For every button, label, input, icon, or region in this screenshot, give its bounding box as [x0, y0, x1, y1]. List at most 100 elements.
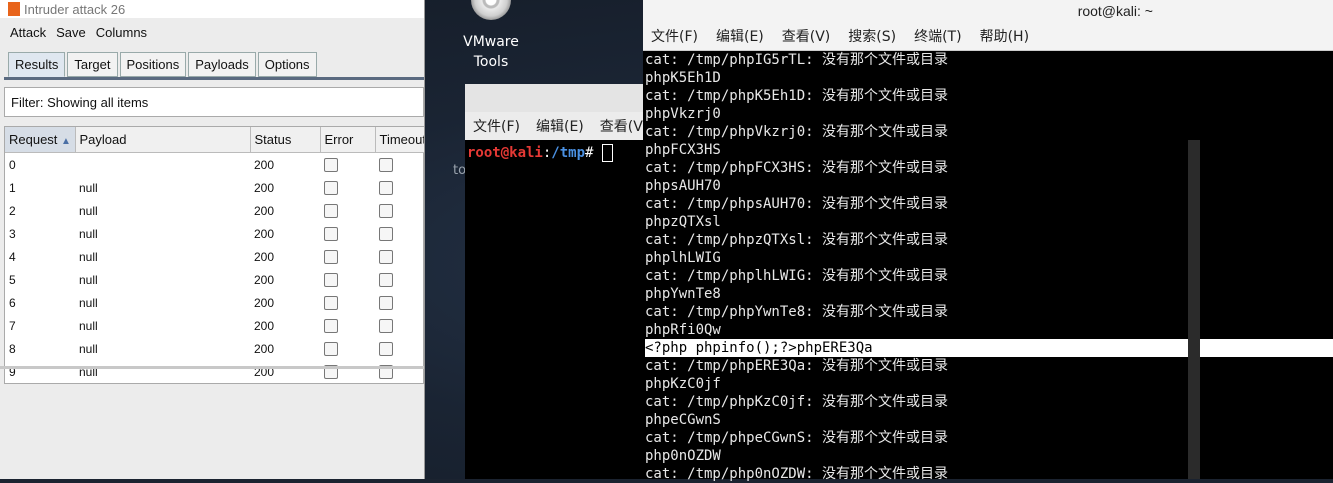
- menu-edit[interactable]: 编辑(E): [716, 26, 764, 46]
- timeout-checkbox[interactable]: [379, 318, 393, 333]
- filter-text: Filter: Showing all items: [11, 94, 149, 110]
- cell-error: [320, 314, 375, 337]
- back-menu-view[interactable]: 查看(V): [600, 116, 649, 136]
- error-checkbox[interactable]: [324, 318, 338, 333]
- timeout-checkbox[interactable]: [379, 295, 393, 310]
- terminal-line: phplhLWIG: [645, 250, 721, 266]
- error-checkbox[interactable]: [324, 272, 338, 287]
- tab-positions[interactable]: Positions: [119, 52, 187, 77]
- cell-payload: null: [79, 249, 98, 264]
- tab-underline: [4, 77, 424, 80]
- menu-search[interactable]: 搜索(S): [848, 26, 896, 46]
- cell-payload: null: [79, 226, 98, 241]
- tab-results[interactable]: Results: [8, 52, 66, 77]
- back-terminal-scrollbar[interactable]: [1188, 140, 1200, 479]
- table-row[interactable]: 7 null 200: [5, 314, 424, 337]
- table-row[interactable]: 2 null 200: [5, 199, 424, 222]
- table-row[interactable]: 8 null 200: [5, 337, 424, 360]
- cell-error: [320, 199, 375, 222]
- terminal-output[interactable]: cat: /tmp/phpIG5rTL: 没有那个文件或目录 phpK5Eh1D c…: [643, 51, 1333, 483]
- terminal-line: php0nOZDW: [645, 448, 721, 464]
- table-row[interactable]: 3 null 200: [5, 222, 424, 245]
- menu-save[interactable]: Save: [56, 25, 86, 40]
- column-error[interactable]: Error: [320, 127, 376, 153]
- error-checkbox[interactable]: [324, 157, 338, 172]
- tab-options[interactable]: Options: [257, 52, 317, 77]
- terminal-line: cat: /tmp/phpIG5rTL: 没有那个文件或目录: [645, 52, 949, 68]
- menu-view[interactable]: 查看(V): [782, 26, 831, 46]
- cell-payload: null: [79, 272, 98, 287]
- table-row[interactable]: 5 null 200: [5, 268, 424, 291]
- column-payload[interactable]: Payload: [75, 127, 251, 153]
- back-menu-edit[interactable]: 编辑(E): [536, 116, 584, 136]
- cell-error: [320, 337, 375, 360]
- error-checkbox[interactable]: [324, 341, 338, 356]
- tab-target[interactable]: Target: [67, 52, 118, 77]
- panel-divider[interactable]: [0, 366, 424, 369]
- cell-payload: [75, 153, 250, 177]
- cell-payload: null: [79, 364, 98, 379]
- cell-timeout: [375, 199, 424, 222]
- filter-bar[interactable]: Filter: Showing all items: [4, 87, 424, 117]
- cell-error: [320, 153, 375, 177]
- error-checkbox[interactable]: [324, 203, 338, 218]
- tab-payloads[interactable]: Payloads: [188, 52, 256, 77]
- terminal-line: cat: /tmp/phpFCX3HS: 没有那个文件或目录: [645, 160, 949, 176]
- timeout-checkbox[interactable]: [379, 226, 393, 241]
- timeout-checkbox[interactable]: [379, 272, 393, 287]
- text-cursor: [601, 144, 613, 162]
- results-table: Request ▲ Payload Status Error Timeout 0…: [4, 126, 424, 384]
- column-status[interactable]: Status: [250, 127, 321, 153]
- error-checkbox[interactable]: [324, 226, 338, 241]
- timeout-checkbox[interactable]: [379, 249, 393, 264]
- table-row[interactable]: 6 null 200: [5, 291, 424, 314]
- cell-status: 200: [254, 157, 275, 172]
- terminal-line: cat: /tmp/phpsAUH70: 没有那个文件或目录: [645, 196, 949, 212]
- cell-request: 2: [9, 203, 16, 218]
- timeout-checkbox[interactable]: [379, 180, 393, 195]
- column-timeout[interactable]: Timeout: [375, 127, 424, 153]
- intruder-attack-window[interactable]: Intruder attack 26 Attack Save Columns R…: [0, 0, 425, 479]
- vmware-tools-desktop-icon[interactable]: VMware Tools: [460, 0, 522, 72]
- cell-status: 200: [254, 272, 275, 287]
- timeout-checkbox[interactable]: [379, 157, 393, 172]
- burp-title: Intruder attack 26: [24, 1, 126, 17]
- timeout-checkbox[interactable]: [379, 203, 393, 218]
- error-checkbox[interactable]: [324, 180, 338, 195]
- menu-attack[interactable]: Attack: [10, 25, 46, 40]
- cell-timeout: [375, 245, 424, 268]
- terminal-line: <?php phpinfo();?>phpERE3Qa: [645, 339, 1333, 357]
- terminal-line: cat: /tmp/phpKzC0jf: 没有那个文件或目录: [645, 394, 949, 410]
- terminal-line: cat: /tmp/phpK5Eh1D: 没有那个文件或目录: [645, 88, 949, 104]
- menu-columns[interactable]: Columns: [96, 25, 147, 40]
- table-row[interactable]: 1 null 200: [5, 176, 424, 199]
- menu-terminal[interactable]: 终端(T): [914, 26, 961, 46]
- terminal-line: phpFCX3HS: [645, 142, 721, 158]
- error-checkbox[interactable]: [324, 249, 338, 264]
- prompt-user: root@kali: [467, 145, 543, 161]
- back-menu-file[interactable]: 文件(F): [473, 116, 520, 136]
- table-row[interactable]: 9 null 200: [5, 360, 424, 383]
- error-checkbox[interactable]: [324, 295, 338, 310]
- menu-help[interactable]: 帮助(H): [980, 26, 1029, 46]
- cell-payload: null: [79, 203, 98, 218]
- cell-request: 9: [9, 364, 16, 379]
- cell-status: 200: [254, 226, 275, 241]
- timeout-checkbox[interactable]: [379, 341, 393, 356]
- terminal-line: cat: /tmp/php0nOZDW: 没有那个文件或目录: [645, 466, 949, 482]
- window-title: root@kali: ~: [1077, 3, 1153, 19]
- table-row[interactable]: 0 200: [5, 153, 424, 177]
- table-row[interactable]: 4 null 200: [5, 245, 424, 268]
- burp-titlebar[interactable]: Intruder attack 26: [0, 0, 424, 18]
- cell-status: 200: [254, 180, 275, 195]
- terminal-line: phpeCGwnS: [645, 412, 721, 428]
- column-request[interactable]: Request ▲: [5, 127, 76, 153]
- front-terminal-menubar: 文件(F) 编辑(E) 查看(V) 搜索(S) 终端(T) 帮助(H): [643, 22, 1333, 51]
- cell-status: 200: [254, 203, 275, 218]
- menu-file[interactable]: 文件(F): [651, 26, 698, 46]
- terminal-line: phpzQTXsl: [645, 214, 721, 230]
- cell-request: 8: [9, 341, 16, 356]
- front-terminal-window[interactable]: root@kali: ~ 文件(F) 编辑(E) 查看(V) 搜索(S) 终端(…: [643, 0, 1333, 482]
- front-terminal-titlebar[interactable]: root@kali: ~: [643, 0, 1333, 22]
- cell-error: [320, 222, 375, 245]
